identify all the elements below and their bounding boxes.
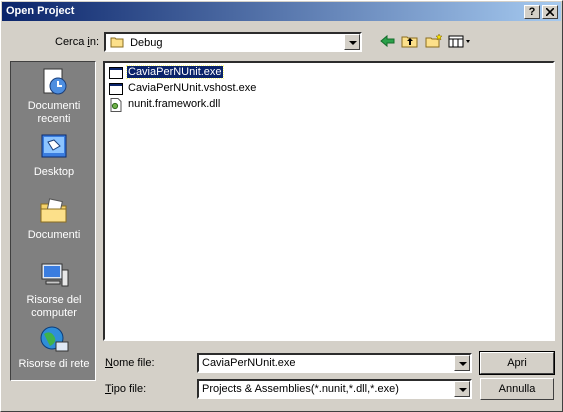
place-desktop[interactable]: Desktop bbox=[11, 132, 97, 179]
filetype-dropdown-button[interactable] bbox=[454, 381, 470, 397]
place-label: Documenti bbox=[27, 229, 81, 241]
title-bar[interactable]: Open Project ? bbox=[2, 2, 561, 21]
file-list[interactable]: CaviaPerNUnit.exe CaviaPerNUnit.vshost.e… bbox=[103, 61, 555, 341]
place-label: Risorse del computer bbox=[26, 294, 82, 319]
file-name: CaviaPerNUnit.vshost.exe bbox=[128, 82, 257, 94]
back-button[interactable] bbox=[379, 33, 399, 51]
folder-icon bbox=[110, 37, 124, 48]
recent-documents-icon bbox=[38, 66, 70, 98]
new-folder-icon bbox=[425, 33, 443, 48]
up-folder-button[interactable] bbox=[401, 33, 421, 51]
dll-icon bbox=[109, 98, 123, 112]
filetype-label: Tipo file: bbox=[105, 383, 147, 395]
place-my-computer[interactable]: Risorse del computer bbox=[11, 260, 97, 320]
lookin-label: Cerca in: bbox=[55, 36, 100, 48]
place-label: Risorse di rete bbox=[18, 358, 90, 370]
file-name: CaviaPerNUnit.exe bbox=[126, 65, 224, 79]
window-title: Open Project bbox=[6, 5, 75, 17]
desktop-icon bbox=[38, 132, 70, 164]
filetype-value: Projects & Assemblies(*.nunit,*.dll,*.ex… bbox=[202, 383, 399, 395]
my-computer-icon bbox=[38, 260, 70, 292]
lookin-text: Debug bbox=[130, 37, 163, 49]
open-project-dialog: Open Project ? Cerca in: Debug Documenti… bbox=[0, 0, 563, 412]
view-menu-button[interactable] bbox=[448, 33, 472, 51]
places-bar: Documenti recenti Desktop Documenti Riso… bbox=[10, 61, 96, 381]
cancel-button[interactable]: Annulla bbox=[480, 378, 554, 400]
filename-combo[interactable]: CaviaPerNUnit.exe bbox=[197, 353, 472, 373]
place-label: Documenti recenti bbox=[27, 100, 81, 125]
filename-dropdown-button[interactable] bbox=[454, 355, 470, 371]
filename-label: Nome file: bbox=[105, 357, 155, 369]
file-name: nunit.framework.dll bbox=[128, 98, 221, 110]
view-menu-icon bbox=[448, 35, 470, 48]
network-icon bbox=[38, 324, 70, 356]
up-folder-icon bbox=[401, 36, 418, 48]
close-icon bbox=[545, 7, 555, 17]
lookin-dropdown-button[interactable] bbox=[344, 34, 360, 50]
help-button[interactable]: ? bbox=[524, 5, 540, 19]
place-network[interactable]: Risorse di rete bbox=[11, 324, 97, 371]
close-button[interactable] bbox=[542, 5, 558, 19]
exe-icon bbox=[109, 82, 123, 96]
lookin-combo[interactable]: Debug bbox=[104, 32, 362, 52]
place-recent-documents[interactable]: Documenti recenti bbox=[11, 66, 97, 126]
lookin-value: Debug bbox=[110, 36, 162, 49]
place-label: Desktop bbox=[33, 166, 75, 178]
back-icon bbox=[380, 34, 395, 48]
open-button[interactable]: Apri bbox=[479, 351, 555, 375]
exe-icon bbox=[109, 66, 123, 80]
filename-input[interactable]: CaviaPerNUnit.exe bbox=[202, 357, 296, 369]
documents-folder-icon bbox=[38, 195, 70, 227]
filetype-combo[interactable]: Projects & Assemblies(*.nunit,*.dll,*.ex… bbox=[197, 379, 472, 399]
new-folder-button[interactable] bbox=[425, 33, 445, 51]
place-documents[interactable]: Documenti bbox=[11, 195, 97, 242]
